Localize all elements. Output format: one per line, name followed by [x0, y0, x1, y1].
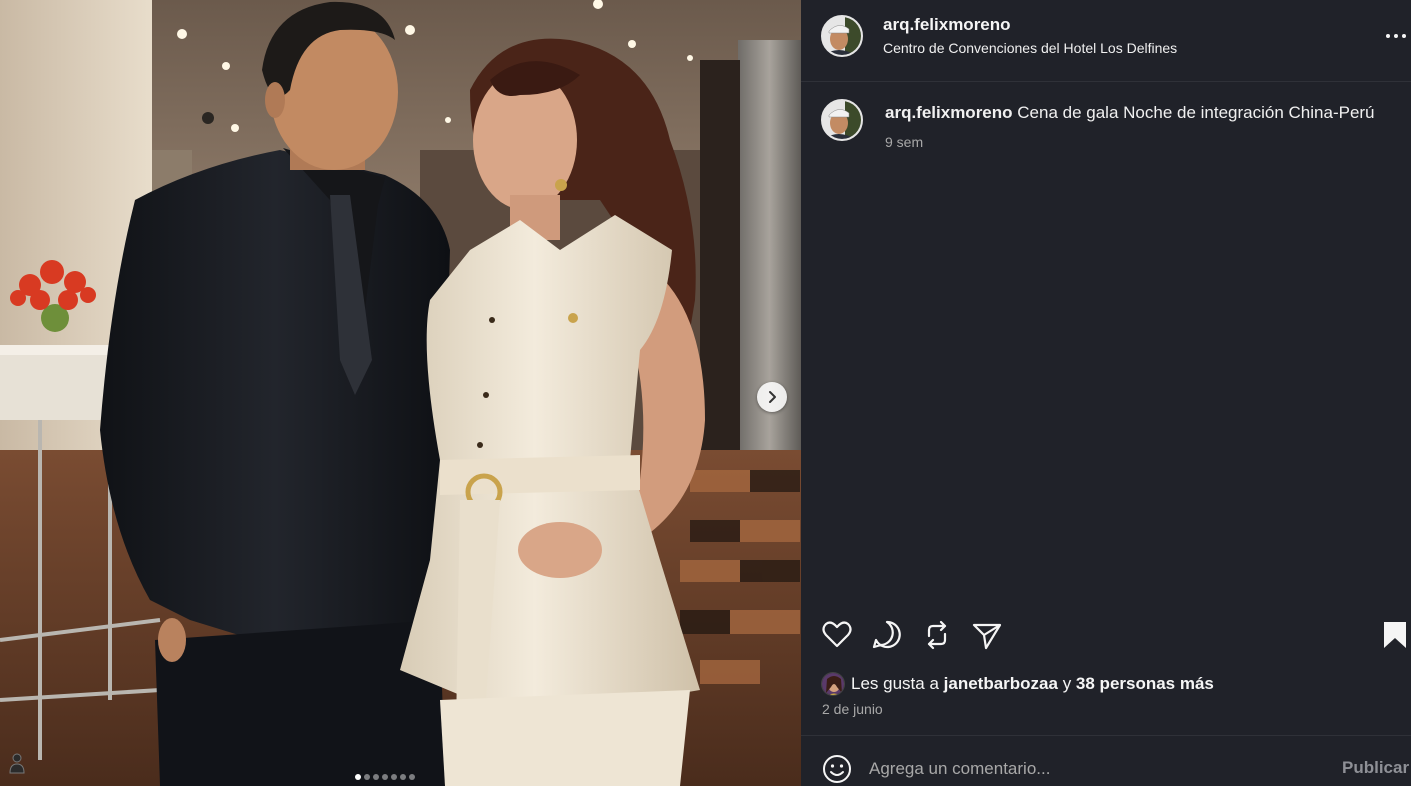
comment-bar: Publicar [801, 735, 1411, 786]
post-author-username[interactable]: arq.felixmoreno [883, 15, 1011, 35]
repost-icon[interactable] [921, 618, 953, 652]
likes-summary: Les gusta a janetbarbozaa y 38 personas … [821, 672, 1214, 696]
more-options-icon[interactable] [1384, 26, 1408, 46]
action-bar [801, 618, 1411, 654]
avatar-image [823, 17, 861, 55]
tagged-user-icon[interactable] [8, 752, 26, 774]
bookmark-icon[interactable] [1379, 618, 1411, 652]
next-slide-button[interactable] [757, 382, 787, 412]
comment-icon[interactable] [871, 618, 903, 652]
post-header: arq.felixmoreno Centro de Convenciones d… [801, 0, 1411, 82]
liker-avatar[interactable] [821, 672, 845, 696]
caption-username[interactable]: arq.felixmoreno [885, 103, 1013, 122]
caption-timestamp: 9 sem [885, 134, 924, 150]
avatar[interactable] [821, 99, 863, 141]
avatar-image [823, 101, 861, 139]
send-icon[interactable] [971, 618, 1003, 652]
caption-text: arq.felixmoreno Cena de gala Noche de in… [885, 103, 1375, 123]
likes-joiner: y [1062, 674, 1072, 693]
carousel-dot [373, 774, 379, 780]
chevron-right-icon [769, 391, 776, 403]
post-media[interactable] [0, 0, 801, 786]
likes-prefix: Les gusta a [851, 674, 939, 693]
carousel-dot [355, 774, 361, 780]
heart-icon[interactable] [821, 618, 853, 652]
carousel-dot [382, 774, 388, 780]
liker-avatar-image [822, 673, 844, 695]
carousel-dot [400, 774, 406, 780]
carousel-dot [391, 774, 397, 780]
post-date[interactable]: 2 de junio [822, 701, 883, 717]
avatar[interactable] [821, 15, 863, 57]
caption-body: Cena de gala Noche de integración China-… [1017, 103, 1375, 122]
liked-by-username[interactable]: janetbarbozaa [944, 674, 1058, 694]
carousel-dot [364, 774, 370, 780]
likes-others-link[interactable]: 38 personas más [1076, 674, 1214, 694]
carousel-dot [409, 774, 415, 780]
publish-button[interactable]: Publicar [1342, 758, 1409, 778]
emoji-icon[interactable] [821, 753, 853, 785]
post-details-panel: arq.felixmoreno Centro de Convenciones d… [801, 0, 1411, 786]
post-location[interactable]: Centro de Convenciones del Hotel Los Del… [883, 40, 1177, 56]
comment-input[interactable] [869, 754, 1319, 784]
post-photo [0, 0, 801, 786]
carousel-indicators [355, 774, 415, 780]
